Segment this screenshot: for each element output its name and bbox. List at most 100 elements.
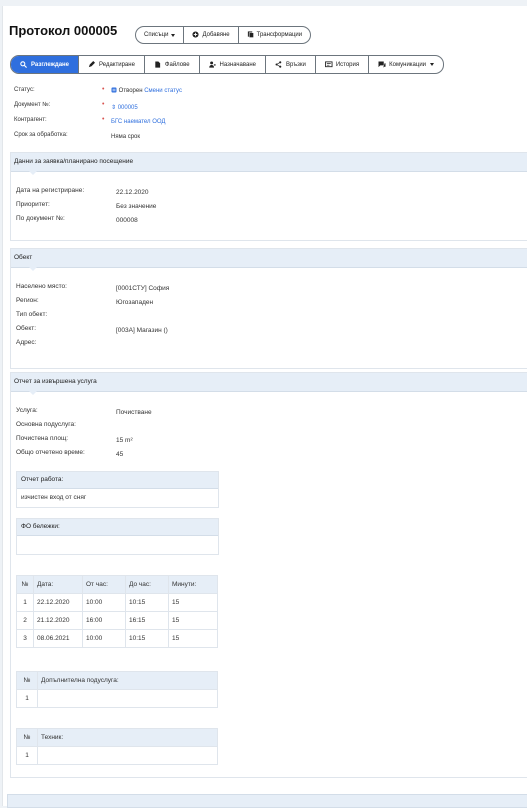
report-panel-title: Отчет за извършена услуга [11, 373, 527, 395]
request-panel-title: Данни за заявка/планирано посещение [11, 153, 527, 175]
tab-files[interactable]: Файлове [145, 56, 200, 73]
tab-communications-label: Комуникации [389, 61, 427, 68]
cell-minutes: 15 [168, 629, 218, 648]
report-panel: Отчет за извършена услуга Услуга: Почист… [10, 372, 527, 778]
table-row: 1 [16, 689, 218, 708]
table-header-row: № Техник: [16, 728, 218, 747]
request-panel: Данни за заявка/планирано посещение Дата… [10, 152, 527, 241]
by-document-label: По документ №: [16, 215, 65, 222]
object-label: Обект: [16, 325, 37, 332]
extra-subservice-table: № Допълнителна подуслуга: 1 [16, 671, 218, 708]
table-row: 3 08.06.2021 10:00 10:15 15 [16, 629, 218, 648]
fo-notes-box: ФО бележки: [16, 518, 219, 555]
cell-to: 16:15 [125, 611, 169, 630]
service-label: Услуга: [16, 407, 38, 414]
cell-to: 10:15 [125, 629, 169, 648]
col-extra-subservice: Допълнителна подуслуга: [37, 671, 218, 690]
tab-links[interactable]: Връзки [266, 56, 316, 73]
tab-history-label: История [335, 61, 360, 68]
cell-number: 3 [16, 629, 34, 648]
cell-date: 21.12.2020 [33, 611, 83, 630]
region-label: Регион: [16, 297, 39, 304]
time-total-label: Общо отчетено време: [16, 449, 85, 456]
table-header-row: № Допълнителна подуслуга: [16, 671, 218, 690]
tab-files-label: Файлове [164, 61, 190, 68]
table-header-row: № Дата: От час: До час: Минути: [16, 575, 218, 594]
reg-date-label: Дата на регистриране: [16, 187, 85, 194]
cell-from: 10:00 [82, 593, 126, 612]
table-row: 1 [16, 746, 218, 765]
fo-notes-value [17, 536, 218, 554]
col-minutes: Минути: [168, 575, 218, 594]
object-panel: Обект Населено място: [0001СТУ] София Ре… [10, 248, 527, 369]
status-text: Отворен [118, 88, 143, 94]
lists-dropdown-button[interactable]: Списъци [136, 27, 185, 43]
required-marker: • [102, 116, 105, 123]
tab-bar: Разглеждане Редактиране Файлове Назначав… [10, 55, 445, 74]
status-value: Отворен Смени статус [111, 87, 182, 94]
work-report-box: Отчет работа: изчистен вход от сняг [16, 471, 219, 508]
tab-edit-label: Редактиране [99, 61, 135, 68]
cell-minutes: 15 [168, 593, 218, 612]
col-technician: Техник: [37, 728, 218, 747]
tab-view[interactable]: Разглеждане [11, 56, 80, 73]
file-icon [154, 61, 161, 68]
cell-to: 10:15 [125, 593, 169, 612]
tab-communications[interactable]: Комуникации [369, 56, 443, 73]
col-date: Дата: [33, 575, 83, 594]
change-status-link[interactable]: Смени статус [144, 88, 182, 94]
work-report-value: изчистен вход от сняг [21, 494, 87, 501]
col-number: № [16, 728, 38, 747]
chat-icon [378, 61, 386, 68]
history-icon [324, 61, 333, 68]
place-value: [0001СТУ] София [116, 285, 170, 292]
col-number: № [16, 671, 38, 690]
object-panel-title: Обект [11, 249, 527, 271]
cell-date: 22.12.2020 [33, 593, 83, 612]
tab-edit[interactable]: Редактиране [79, 56, 145, 73]
chevron-down-icon [430, 63, 435, 66]
tab-history[interactable]: История [316, 56, 370, 73]
reg-date-value: 22.12.2020 [116, 189, 149, 196]
time-table: № Дата: От час: До час: Минути: 1 22.12.… [16, 575, 218, 648]
page-title: Протокол 000005 [9, 23, 118, 38]
address-label: Адрес: [16, 339, 37, 346]
object-type-label: Тип обект: [16, 311, 48, 318]
tab-view-label: Разглеждане [31, 61, 70, 68]
priority-label: Приоритет: [16, 201, 50, 208]
table-row: 1 22.12.2020 10:00 10:15 15 [16, 593, 218, 612]
required-marker: • [102, 101, 105, 108]
time-total-value: 45 [116, 451, 124, 458]
cell-extra-subservice [37, 689, 218, 708]
contractor-link[interactable]: БГС наемател ООД [111, 119, 166, 125]
table-row: 2 21.12.2020 16:00 16:15 15 [16, 611, 218, 630]
place-label: Населено място: [16, 283, 67, 290]
status-icon [111, 87, 117, 94]
tab-assign-label: Назначаване [219, 61, 256, 68]
transform-button[interactable]: Трансформации [239, 27, 311, 43]
add-button[interactable]: Добавяне [184, 27, 239, 43]
by-document-value: 000008 [116, 217, 138, 224]
region-value: Югозападен [116, 299, 154, 306]
service-value: Почистване [116, 409, 152, 416]
transform-label: Трансформации [256, 32, 303, 38]
action-toolbar: Списъци Добавяне Трансформации [135, 26, 312, 44]
cell-minutes: 15 [168, 611, 218, 630]
col-to: До час: [125, 575, 169, 594]
document-link[interactable]: ⇕ 000005 [111, 104, 138, 111]
lists-label: Списъци [144, 32, 169, 38]
share-icon [275, 61, 282, 68]
cell-from: 16:00 [82, 611, 126, 630]
col-from: От час: [82, 575, 126, 594]
tab-assign[interactable]: Назначаване [200, 56, 266, 73]
cell-date: 08.06.2021 [33, 629, 83, 648]
cell-from: 10:00 [82, 629, 126, 648]
technician-table: № Техник: 1 [16, 728, 218, 765]
object-link[interactable]: [003A] Магазин () [116, 327, 168, 334]
copy-icon [247, 30, 254, 40]
col-number: № [16, 575, 34, 594]
cell-technician [37, 746, 218, 765]
required-marker: • [102, 86, 105, 93]
fo-notes-label: ФО бележки: [17, 519, 218, 536]
link-icon: ⇕ [111, 105, 117, 111]
